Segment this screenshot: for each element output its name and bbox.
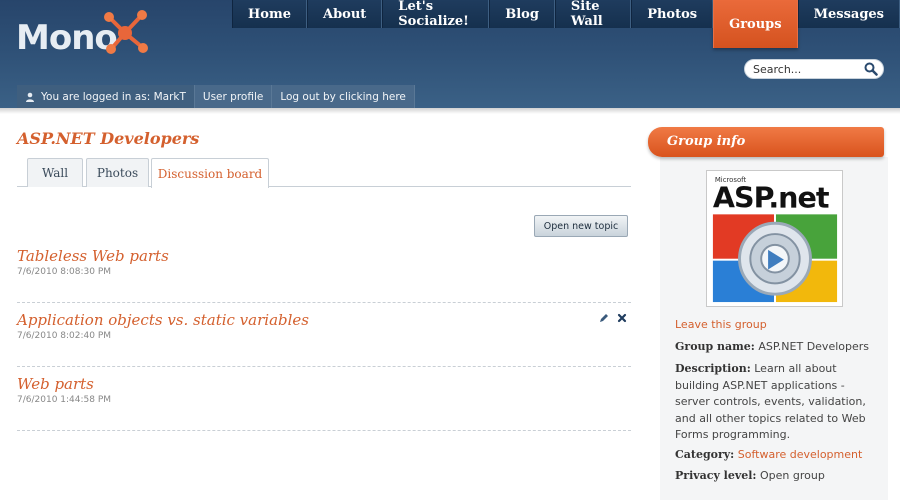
nav-lets-socialize[interactable]: Let's Socialize! xyxy=(382,0,490,29)
topic-date: 7/6/2010 1:44:58 PM xyxy=(17,395,112,405)
nav-photos[interactable]: Photos xyxy=(631,0,714,28)
privacy-row: Privacy level: Open group xyxy=(675,468,880,485)
edit-pencil-icon[interactable] xyxy=(599,313,609,323)
main-nav: Home About Let's Socialize! Blog Site Wa… xyxy=(232,0,900,48)
user-icon xyxy=(26,92,34,102)
category-row: Category: Software development xyxy=(675,447,880,464)
nav-home[interactable]: Home xyxy=(232,0,307,28)
tab-wall[interactable]: Wall xyxy=(27,158,83,187)
nav-site-wall[interactable]: Site Wall xyxy=(554,0,632,29)
topic-date: 7/6/2010 8:02:40 PM xyxy=(17,331,112,341)
topic-item: Application objects vs. static variables… xyxy=(17,311,631,367)
group-info-header: Group info xyxy=(648,127,884,157)
description-label: Description: xyxy=(675,362,751,375)
search-icon[interactable] xyxy=(864,62,878,76)
login-bar: You are logged in as: MarkT User profile… xyxy=(17,85,415,108)
page-title: ASP.NET Developers xyxy=(17,129,200,148)
group-info-title: Group info xyxy=(667,134,746,149)
user-profile-link[interactable]: User profile xyxy=(194,85,273,108)
site-logo[interactable]: Mono xyxy=(16,8,156,58)
delete-x-icon[interactable] xyxy=(617,313,627,323)
group-name-label: Group name: xyxy=(675,340,755,353)
group-name-row: Group name: ASP.NET Developers xyxy=(675,339,880,356)
category-label: Category: xyxy=(675,448,735,461)
description-row: Description: Learn all about building AS… xyxy=(675,361,880,444)
leave-group-link[interactable]: Leave this group xyxy=(675,318,767,331)
topic-actions xyxy=(599,313,627,323)
logo-aspnet-text: ASP.net xyxy=(713,180,829,214)
logged-in-status: You are logged in as: MarkT xyxy=(17,85,195,108)
open-new-topic-button[interactable]: Open new topic xyxy=(534,215,628,237)
group-logo-image: Microsoft ASP.net xyxy=(706,170,843,307)
logo-molecule-icon xyxy=(104,10,148,54)
search-input[interactable] xyxy=(753,61,863,77)
group-name-value: ASP.NET Developers xyxy=(758,340,869,353)
category-link[interactable]: Software development xyxy=(738,448,863,461)
logout-link[interactable]: Log out by clicking here xyxy=(272,85,415,108)
main-content: ASP.NET Developers Wall Photos Discussio… xyxy=(17,108,631,500)
group-tabs: Wall Photos Discussion board xyxy=(17,158,631,188)
topic-title-link[interactable]: Web parts xyxy=(17,375,94,393)
nav-groups[interactable]: Groups xyxy=(713,0,798,48)
search-box xyxy=(744,59,884,79)
nav-about[interactable]: About xyxy=(306,0,383,28)
site-header: Mono Home About Let's Socialize! Blog Si… xyxy=(0,0,900,114)
nav-messages[interactable]: Messages xyxy=(797,0,900,28)
topic-title-link[interactable]: Application objects vs. static variables xyxy=(17,311,309,329)
privacy-value: Open group xyxy=(760,469,825,482)
logged-in-text: You are logged in as: MarkT xyxy=(41,90,186,103)
privacy-label: Privacy level: xyxy=(675,469,757,482)
topic-item: Web parts 7/6/2010 1:44:58 PM xyxy=(17,375,631,431)
tab-discussion-board[interactable]: Discussion board xyxy=(151,158,269,188)
tab-photos[interactable]: Photos xyxy=(86,158,149,187)
nav-blog[interactable]: Blog xyxy=(489,0,555,28)
topic-title-link[interactable]: Tableless Web parts xyxy=(17,247,169,265)
topic-date: 7/6/2010 8:08:30 PM xyxy=(17,267,112,277)
topic-item: Tableless Web parts 7/6/2010 8:08:30 PM xyxy=(17,247,631,303)
group-info-sidebar: Group info Microsoft ASP.net Leave this … xyxy=(648,127,900,500)
